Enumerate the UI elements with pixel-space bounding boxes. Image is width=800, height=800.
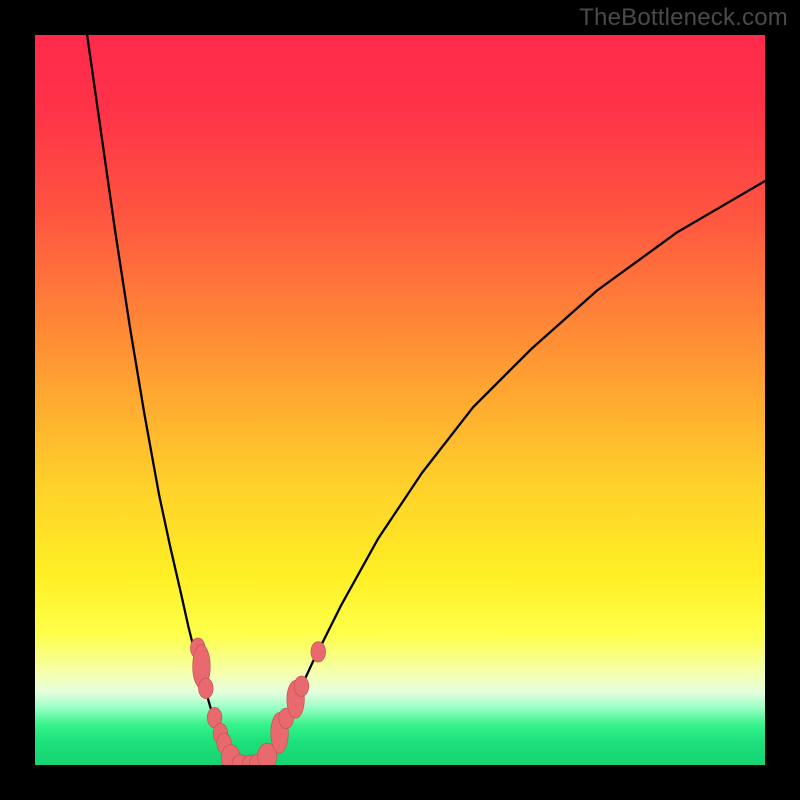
plot-area [35, 35, 765, 765]
plot-svg [35, 35, 765, 765]
chart-frame: TheBottleneck.com [0, 0, 800, 800]
data-marker [199, 678, 214, 698]
bottleneck-curve [86, 35, 765, 765]
data-marker [294, 676, 309, 696]
watermark-text: TheBottleneck.com [579, 4, 788, 32]
marker-layer [190, 638, 325, 765]
data-marker [311, 642, 326, 662]
